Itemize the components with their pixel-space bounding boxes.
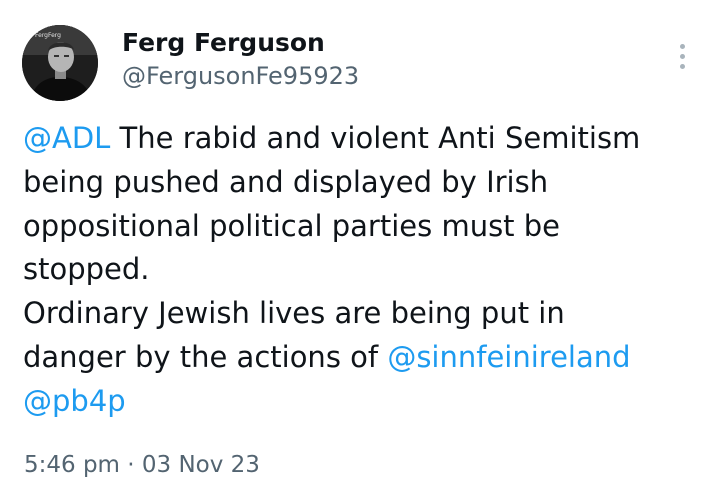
author-display-name[interactable]: Ferg Ferguson	[122, 28, 325, 57]
more-vertical-icon	[680, 54, 685, 59]
avatar[interactable]: FergFerg	[22, 25, 98, 101]
more-vertical-icon	[680, 44, 685, 49]
tweet-line: stopped.	[23, 252, 150, 287]
tweet-line: Ordinary Jewish lives are being put in	[23, 296, 565, 331]
author-handle[interactable]: @FergusonFe95923	[122, 62, 359, 90]
tweet-card: FergFerg Ferg Ferguson @FergusonFe95923 …	[0, 0, 720, 499]
tweet-text-segment: The rabid and violent Anti Semitism	[110, 121, 641, 155]
tweet-timestamp[interactable]: 5:46 pm · 03 Nov 23	[24, 452, 260, 478]
mention-link[interactable]: @pb4p	[23, 384, 126, 418]
tweet-line: danger by the actions of @sinnfeinirelan…	[23, 336, 703, 380]
avatar-photo: FergFerg	[22, 25, 98, 101]
tweet-line: @ADL The rabid and violent Anti Semitism	[23, 117, 703, 161]
avatar-logo-text: FergFerg	[35, 32, 61, 39]
more-options-button[interactable]	[672, 40, 692, 74]
mention-link[interactable]: @ADL	[23, 121, 110, 155]
tweet-line: oppositional political parties must be	[23, 208, 561, 243]
tweet-text: @ADL The rabid and violent Anti Semitism…	[23, 117, 703, 424]
tweet-text-segment: danger by the actions of	[23, 339, 388, 374]
mention-link[interactable]: @sinnfeinireland	[387, 340, 630, 374]
tweet-line: being pushed and displayed by Irish	[23, 164, 549, 199]
more-vertical-icon	[680, 64, 685, 69]
tweet-line: @pb4p	[23, 380, 703, 424]
